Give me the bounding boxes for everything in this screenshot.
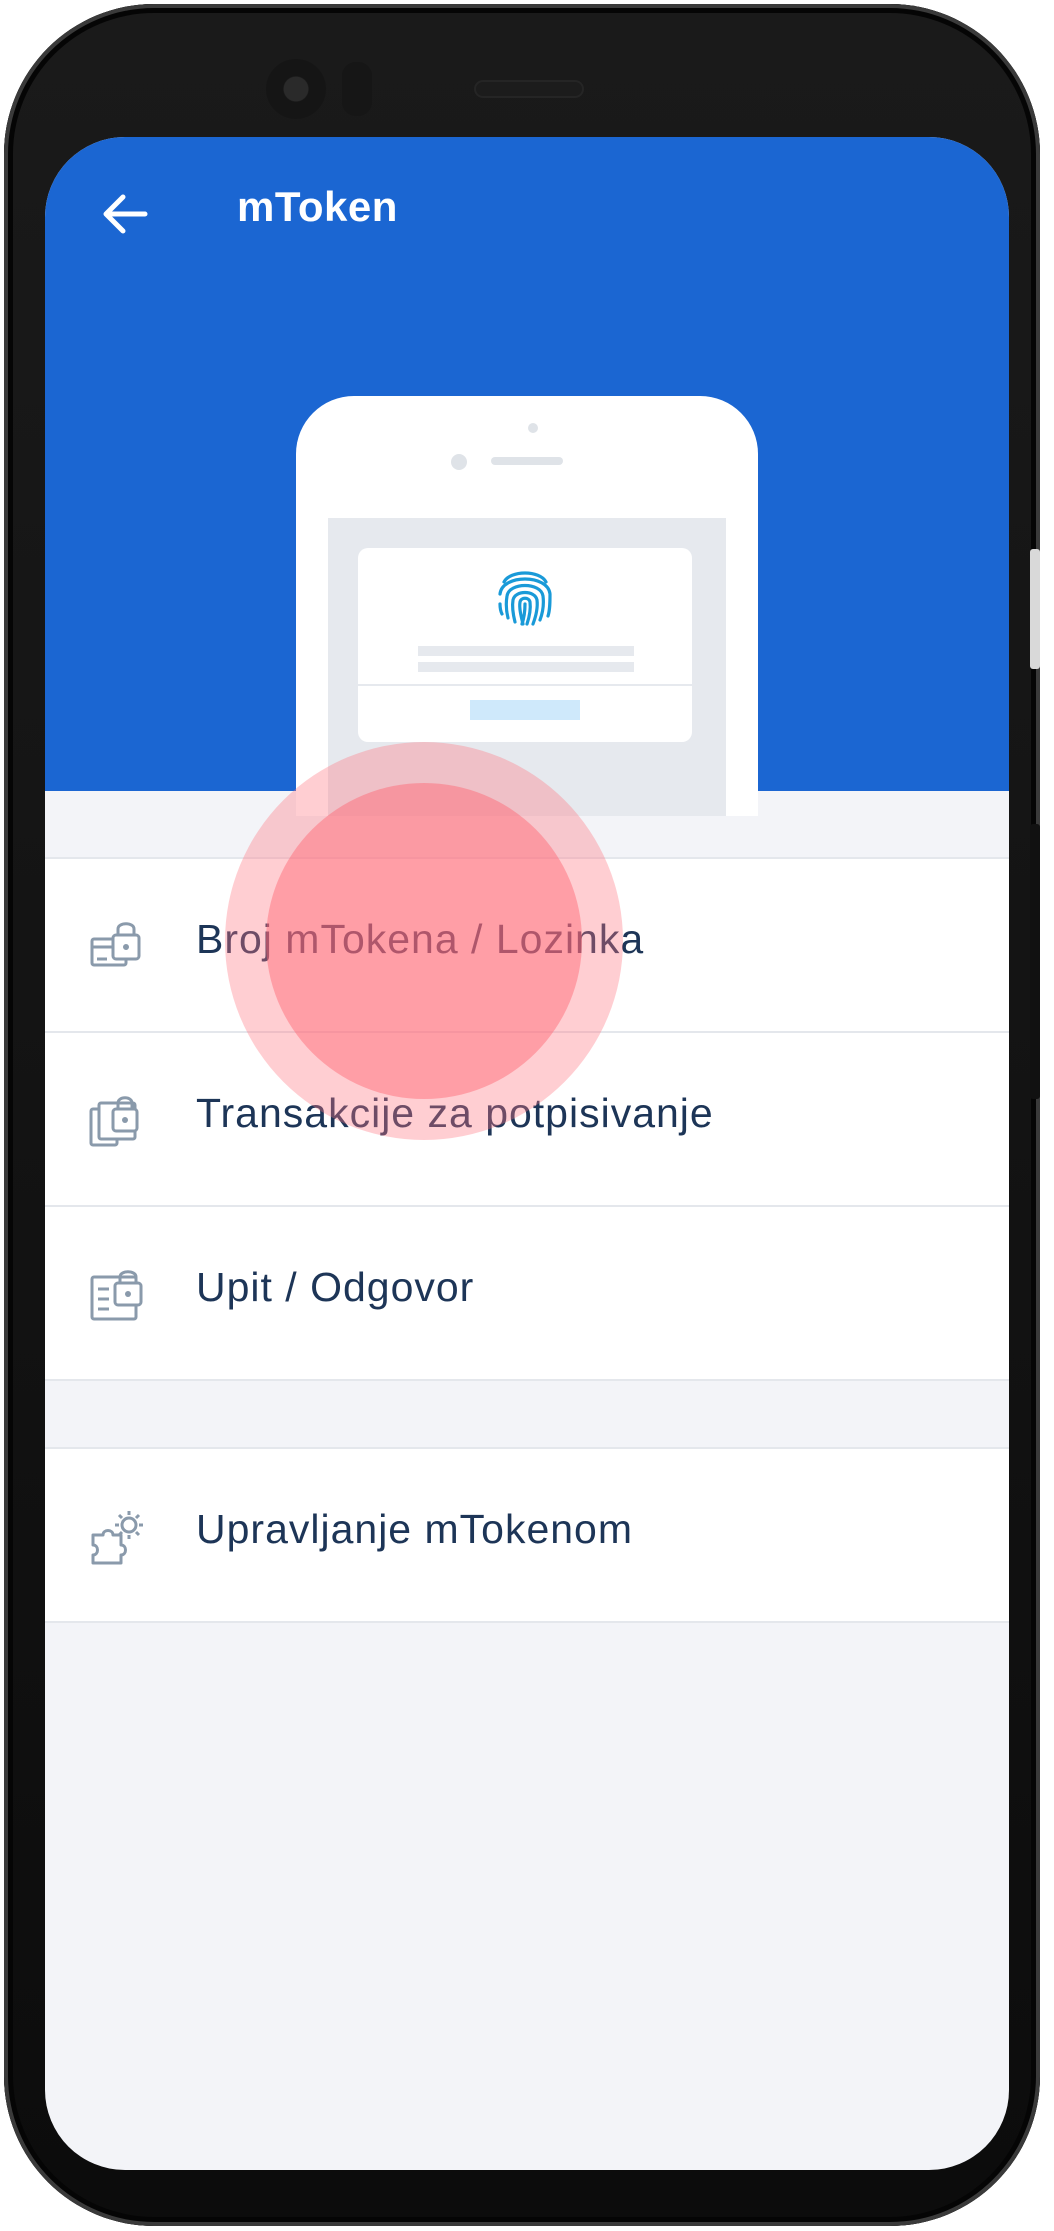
menu-group-main: Broj mTokena / Lozinka Transakcije za po… (45, 857, 1009, 1381)
menu-item-label: Upravljanje mTokenom (196, 1506, 634, 1552)
illustration-divider (358, 684, 692, 686)
front-camera (266, 59, 326, 119)
puzzle-gear-icon (91, 1511, 143, 1565)
illustration-text-line (418, 646, 634, 656)
illustration-card (358, 548, 692, 742)
illustration-camera (451, 454, 467, 470)
side-button-top (1030, 549, 1040, 669)
menu-item-transakcije[interactable]: Transakcije za potpisivanje (45, 1031, 1009, 1205)
fingerprint-icon (498, 571, 552, 626)
earpiece-speaker (474, 80, 584, 98)
phone-illustration (296, 396, 758, 816)
app-header: mToken (45, 137, 1009, 816)
illustration-speaker (491, 457, 563, 465)
device-frame: mToken Broj mTokena / Lozinka Transakcij… (4, 4, 1040, 2226)
illustration-button (470, 700, 580, 720)
page-title: mToken (237, 183, 398, 230)
menu-item-upravljanje[interactable]: Upravljanje mTokenom (45, 1449, 1009, 1621)
documents-lock-icon (89, 1096, 139, 1147)
menu-group-settings: Upravljanje mTokenom (45, 1447, 1009, 1623)
menu-item-label: Upit / Odgovor (196, 1264, 475, 1310)
card-lock-icon (90, 922, 141, 967)
illustration-screen (328, 518, 726, 816)
side-button-power (1030, 824, 1040, 1099)
menu-item-label: Broj mTokena / Lozinka (196, 916, 645, 962)
illustration-sensor (528, 423, 538, 433)
back-button[interactable] (95, 184, 155, 244)
illustration-text-line (418, 662, 634, 672)
arrow-left-icon (103, 194, 148, 234)
menu-item-upit-odgovor[interactable]: Upit / Odgovor (45, 1205, 1009, 1379)
camera-sensor (342, 62, 372, 116)
form-lock-icon (90, 1270, 143, 1321)
menu-item-broj-mtokena[interactable]: Broj mTokena / Lozinka (45, 859, 1009, 1031)
menu-item-label: Transakcije za potpisivanje (196, 1090, 714, 1136)
app-screen: mToken Broj mTokena / Lozinka Transakcij… (45, 137, 1009, 2170)
